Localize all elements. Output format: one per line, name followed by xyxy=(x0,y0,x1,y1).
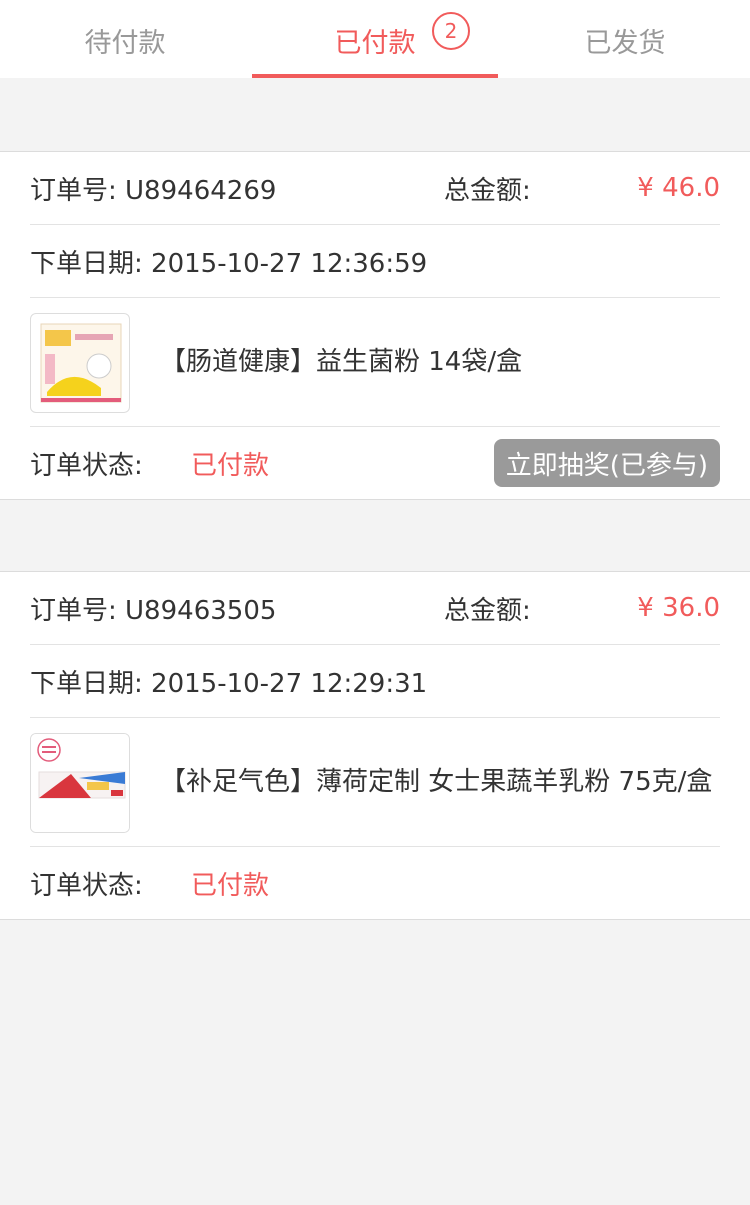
status-value: 已付款 xyxy=(191,870,270,901)
order-date-row: 下单日期: 2015-10-27 12:36:59 xyxy=(30,225,720,298)
order-status-row: 订单状态: 已付款 xyxy=(30,847,720,919)
status-label: 订单状态: xyxy=(30,870,143,901)
count-badge: 2 xyxy=(432,12,470,50)
order-header: 订单号: U89464269 总金额: ¥ 46.0 xyxy=(30,152,720,225)
order-card[interactable]: 订单号: U89463505 总金额: ¥ 36.0 下单日期: 2015-10… xyxy=(0,571,750,920)
order-date: 下单日期: 2015-10-27 12:29:31 xyxy=(30,668,428,699)
order-date-row: 下单日期: 2015-10-27 12:29:31 xyxy=(30,645,720,718)
product-thumbnail[interactable] xyxy=(30,733,130,833)
order-number: 订单号: U89463505 xyxy=(30,595,277,626)
tab-paid[interactable]: 已付款 2 xyxy=(250,0,500,78)
tab-pending-payment[interactable]: 待付款 xyxy=(0,0,250,78)
tab-label: 已付款 xyxy=(334,27,416,59)
order-status-tabs: 待付款 已付款 2 已发货 xyxy=(0,0,750,78)
status-label: 订单状态: xyxy=(30,450,143,481)
product-thumbnail[interactable] xyxy=(30,313,130,413)
product-name: 【补足气色】薄荷定制 女士果蔬羊乳粉 75克/盒 xyxy=(160,767,713,797)
total-label: 总金额: xyxy=(444,175,531,206)
order-status-row: 订单状态: 已付款 立即抽奖(已参与) xyxy=(30,427,720,499)
total-label: 总金额: xyxy=(444,595,531,626)
order-card[interactable]: 订单号: U89464269 总金额: ¥ 46.0 下单日期: 2015-10… xyxy=(0,151,750,500)
tab-label: 待付款 xyxy=(84,27,166,59)
product-row[interactable]: 【补足气色】薄荷定制 女士果蔬羊乳粉 75克/盒 xyxy=(30,718,720,847)
order-header: 订单号: U89463505 总金额: ¥ 36.0 xyxy=(30,572,720,645)
product-row[interactable]: 【肠道健康】益生菌粉 14袋/盒 xyxy=(30,298,720,427)
lottery-button[interactable]: 立即抽奖(已参与) xyxy=(493,439,720,487)
tab-shipped[interactable]: 已发货 xyxy=(500,0,750,78)
total-amount: ¥ 36.0 xyxy=(637,593,720,623)
order-date: 下单日期: 2015-10-27 12:36:59 xyxy=(30,248,428,279)
status-value: 已付款 xyxy=(191,450,270,481)
product-name: 【肠道健康】益生菌粉 14袋/盒 xyxy=(160,347,523,377)
total-amount: ¥ 46.0 xyxy=(637,173,720,203)
order-number: 订单号: U89464269 xyxy=(30,175,277,206)
tab-label: 已发货 xyxy=(584,27,666,59)
